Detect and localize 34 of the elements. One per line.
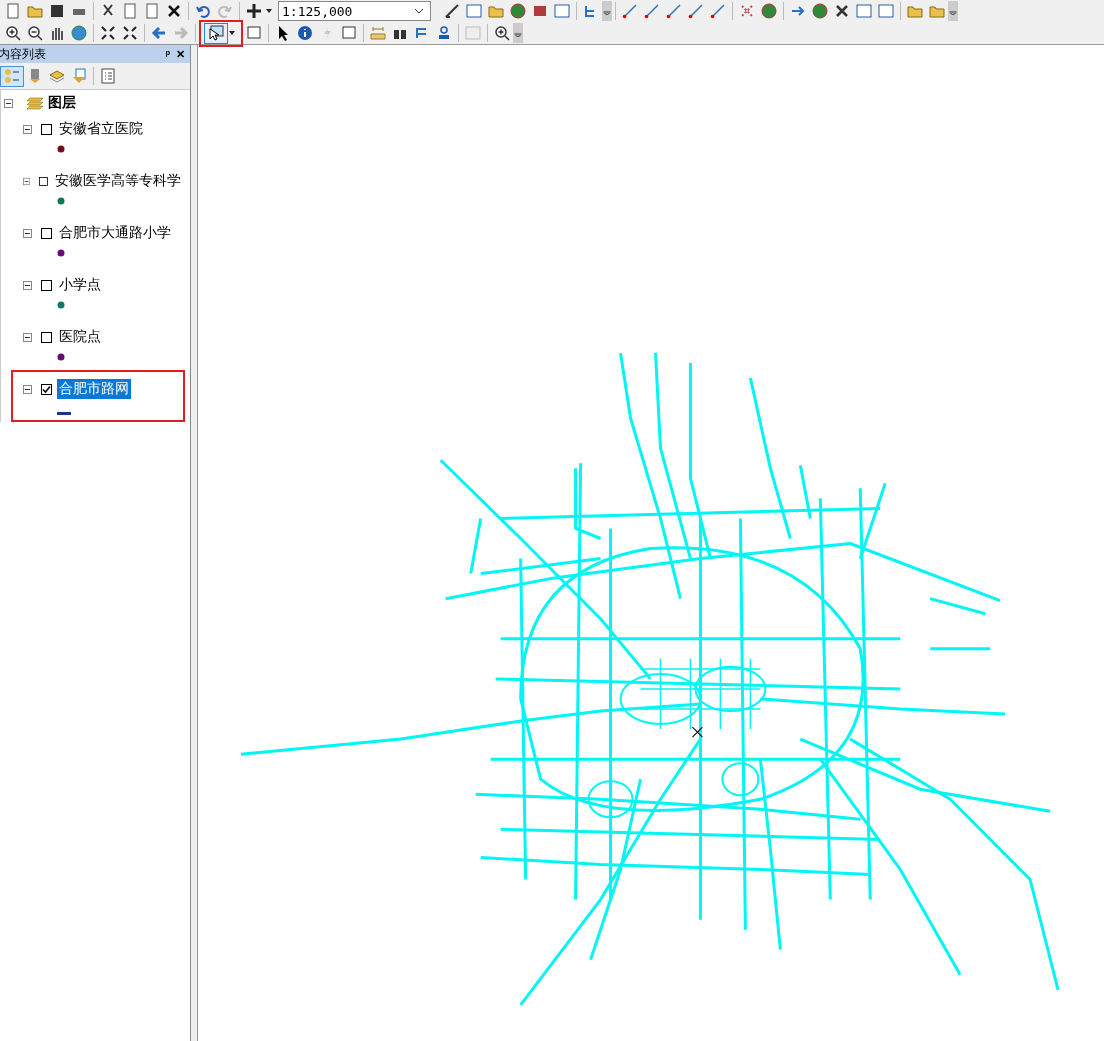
scale-combo[interactable]: 1:125,000	[278, 1, 431, 21]
layer-checkbox[interactable]	[41, 227, 52, 239]
layer-name[interactable]: 合肥市路网	[57, 379, 131, 399]
layers-icon	[26, 96, 44, 110]
layer-name[interactable]: 安徽省立医院	[57, 119, 145, 139]
layer-checkbox[interactable]	[41, 383, 52, 395]
dropdown-icon[interactable]	[948, 1, 958, 21]
caret-icon[interactable]	[229, 31, 235, 35]
layer-group-label[interactable]: 图层	[48, 94, 76, 112]
layer-name[interactable]: 医院点	[57, 327, 103, 347]
globe-icon[interactable]	[758, 0, 780, 22]
collapse-icon[interactable]	[23, 280, 32, 290]
dropdown-icon[interactable]	[602, 1, 612, 21]
collapse-icon[interactable]	[23, 332, 32, 342]
collapse-icon[interactable]	[23, 228, 32, 238]
chevron-down-icon[interactable]	[414, 8, 424, 14]
layer-checkbox[interactable]	[39, 175, 48, 187]
layer-checkbox[interactable]	[41, 279, 52, 291]
globe-icon[interactable]	[507, 0, 529, 22]
select-features-icon[interactable]	[204, 22, 228, 44]
close-button[interactable]: ✕	[173, 47, 188, 61]
list-by-drawing-order-icon[interactable]	[0, 65, 24, 87]
layer-name[interactable]: 安徽医学高等专科学	[53, 171, 183, 191]
pin-button[interactable]: ᵖ	[162, 48, 173, 60]
collapse-icon[interactable]	[23, 124, 32, 134]
center-cross-icon	[691, 726, 703, 738]
layer-name[interactable]: 合肥市大通路小学	[57, 223, 173, 243]
layer-checkbox[interactable]	[41, 331, 52, 343]
collapse-icon[interactable]	[4, 98, 13, 108]
layer-checkbox[interactable]	[41, 123, 52, 135]
layer-name[interactable]: 小学点	[57, 275, 103, 295]
collapse-icon[interactable]	[23, 176, 31, 186]
collapse-icon[interactable]	[23, 384, 32, 394]
caret-icon[interactable]	[266, 9, 272, 13]
